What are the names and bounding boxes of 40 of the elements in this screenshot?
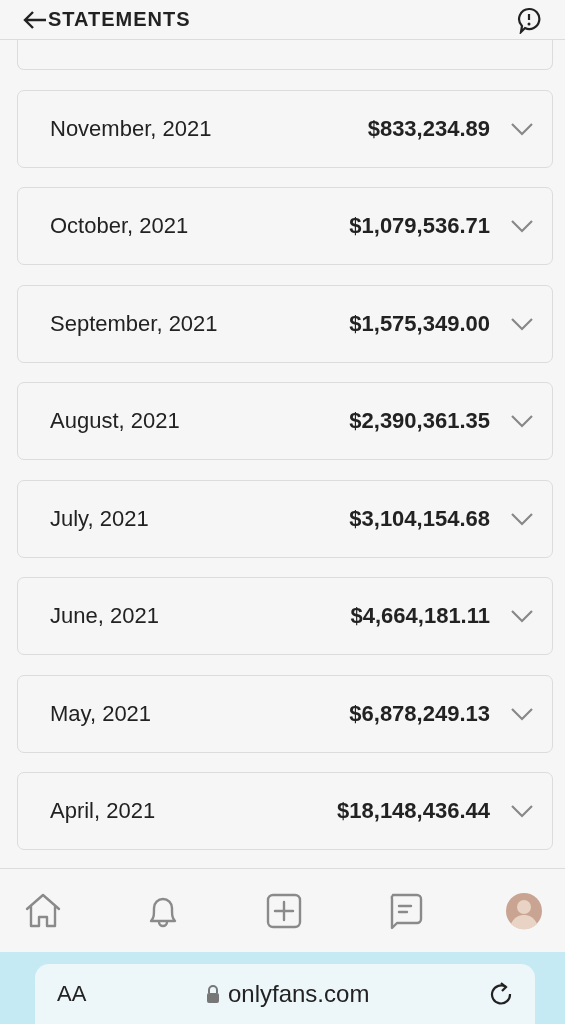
month-label: April, 2021 bbox=[50, 798, 157, 824]
month-label: June, 2021 bbox=[50, 603, 160, 629]
chevron-icon[interactable] bbox=[510, 609, 534, 623]
amount-label: $18,148,436.44 bbox=[337, 798, 490, 824]
amount-label: $2,390,361.35 bbox=[349, 408, 490, 434]
chevron-icon[interactable] bbox=[510, 316, 534, 331]
month-label: October, 2021 bbox=[50, 213, 190, 239]
month-label: May, 2021 bbox=[50, 700, 153, 727]
amount-label: $1,575,349.00 bbox=[349, 310, 490, 337]
chevron-icon[interactable] bbox=[510, 121, 534, 136]
month-label: August, 2021 bbox=[50, 408, 181, 434]
amount-label: $6,878,249.13 bbox=[349, 700, 490, 727]
lock-icon bbox=[205, 985, 220, 1003]
chevron-icon[interactable] bbox=[510, 219, 534, 233]
amount-label: $3,104,154.68 bbox=[349, 505, 490, 532]
page-title: STATEMENTS bbox=[48, 8, 191, 31]
chevron-icon[interactable] bbox=[510, 706, 534, 721]
help-icon[interactable] bbox=[515, 5, 543, 34]
statement-row[interactable]: June, 2021 $4,664,181.11 bbox=[17, 577, 553, 655]
text-size-button[interactable]: AA bbox=[57, 981, 87, 1007]
statement-row[interactable]: November, 2021 $833,234.89 bbox=[17, 89, 553, 168]
chevron-icon[interactable] bbox=[510, 804, 534, 818]
statement-row[interactable]: September, 2021 $1,575,349.00 bbox=[17, 284, 553, 363]
amount-label: $4,664,181.11 bbox=[350, 603, 490, 629]
address-bar[interactable]: AA onlyfans.com bbox=[35, 964, 535, 1024]
statement-row[interactable]: August, 2021 $2,390,361.35 bbox=[17, 382, 553, 460]
month-label: September, 2021 bbox=[50, 310, 219, 337]
statement-row[interactable]: April, 2021 $18,148,436.44 bbox=[17, 772, 553, 850]
amount-label: $833,234.89 bbox=[367, 115, 490, 142]
statement-row[interactable]: May, 2021 $6,878,249.13 bbox=[17, 674, 553, 753]
back-arrow-icon[interactable] bbox=[22, 9, 48, 30]
reload-icon[interactable] bbox=[489, 981, 513, 1007]
chevron-icon[interactable] bbox=[510, 414, 534, 428]
statement-row[interactable]: October, 2021 $1,079,536.71 bbox=[17, 187, 553, 265]
chevron-icon[interactable] bbox=[510, 511, 534, 526]
month-label: July, 2021 bbox=[50, 505, 150, 532]
amount-label: $1,079,536.71 bbox=[349, 213, 490, 239]
url-text: onlyfans.com bbox=[227, 980, 370, 1008]
month-label: November, 2021 bbox=[50, 115, 213, 142]
statement-row[interactable]: July, 2021 $3,104,154.68 bbox=[17, 479, 553, 558]
